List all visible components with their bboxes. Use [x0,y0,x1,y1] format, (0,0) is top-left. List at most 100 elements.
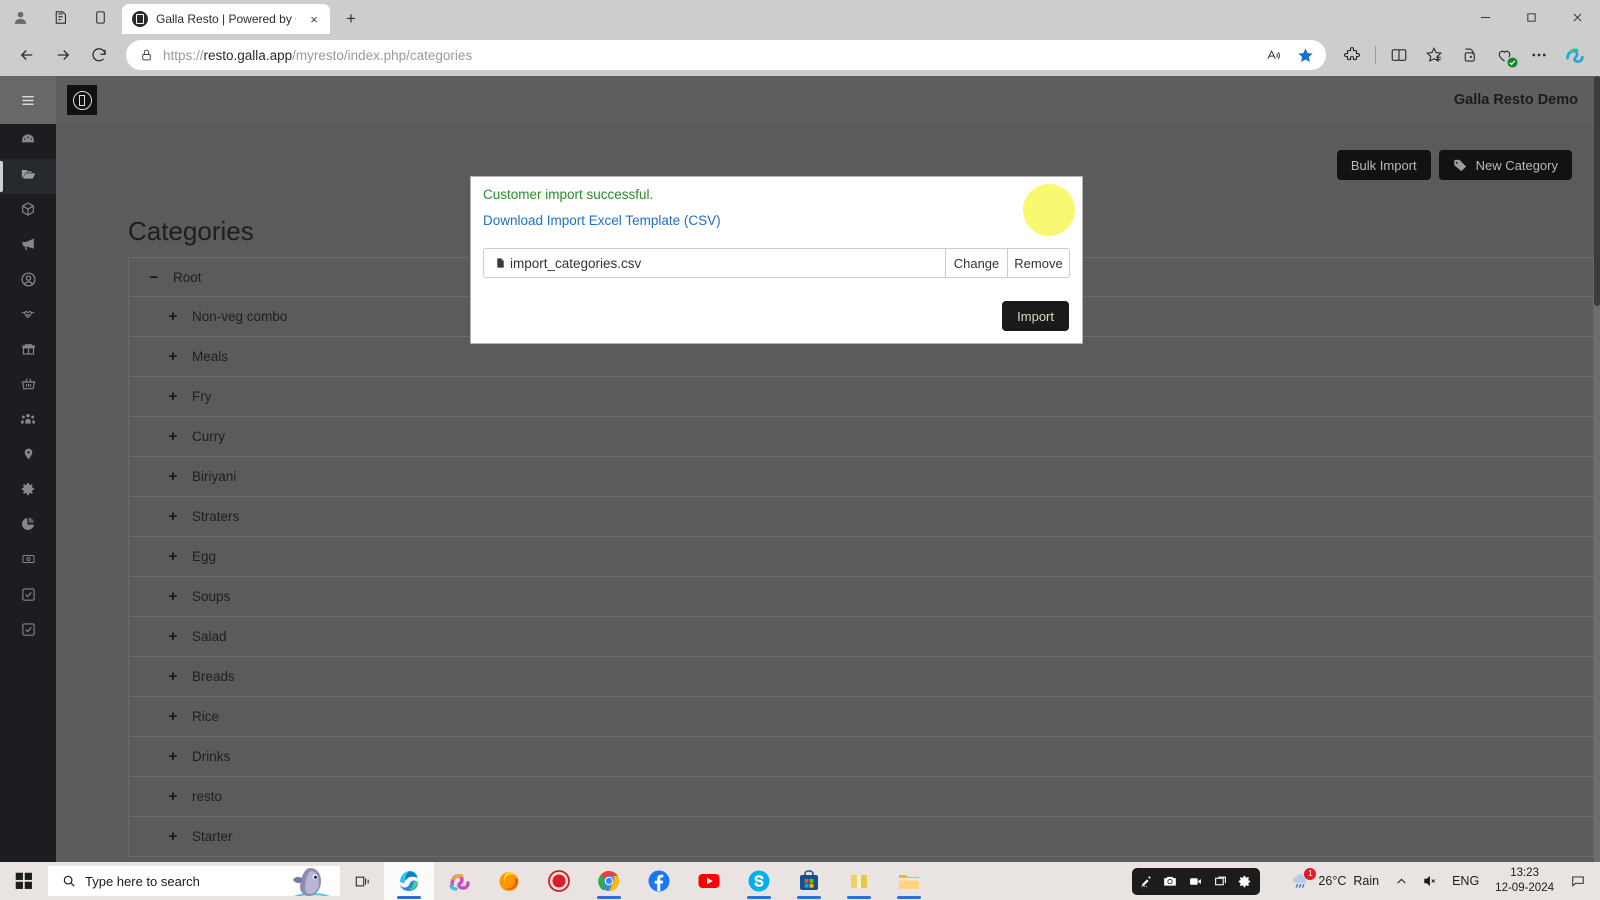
expand-icon[interactable]: + [166,668,180,685]
show-hidden-icons-button[interactable] [1389,862,1414,900]
copilot-icon[interactable] [1558,39,1590,71]
sidebar-item-locations[interactable] [0,439,56,474]
search-input[interactable]: Type here to search [48,866,340,896]
close-window-button[interactable] [1554,0,1600,34]
expand-icon[interactable]: + [166,428,180,445]
clock[interactable]: 13:23 12-09-2024 [1487,866,1562,896]
change-file-button[interactable]: Change [945,249,1007,277]
sidebar-item-approvals[interactable] [0,614,56,649]
category-row[interactable]: + Drinks [128,737,1594,777]
windows-start-icon[interactable] [0,862,48,900]
category-row[interactable]: + Salad [128,617,1594,657]
page-scrollbar[interactable] [1594,76,1600,862]
sidebar-item-catalog[interactable] [0,159,56,194]
taskbar-app-books[interactable] [834,862,884,900]
new-tab-button[interactable]: + [336,4,366,34]
taskbar-app-chrome[interactable] [584,862,634,900]
category-row[interactable]: + Biriyani [128,457,1594,497]
sidebar-item-marketing[interactable] [0,229,56,264]
camera-icon[interactable] [1162,874,1178,888]
expand-icon[interactable]: + [166,508,180,525]
taskbar-app-facebook[interactable] [634,862,684,900]
expand-icon[interactable]: + [166,628,180,645]
expand-icon[interactable]: + [166,548,180,565]
pen-icon[interactable] [1140,875,1153,888]
expand-icon[interactable]: + [166,348,180,365]
scrollbar-thumb[interactable] [1594,76,1600,306]
sidebar-item-payments[interactable] [0,544,56,579]
expand-icon[interactable]: + [166,588,180,605]
sidebar-item-reports[interactable] [0,509,56,544]
profile-avatar-icon[interactable] [0,0,40,34]
category-row[interactable]: + Starter [128,817,1594,857]
sidebar-item-tasks[interactable] [0,579,56,614]
notification-icon[interactable] [1564,862,1592,900]
category-row[interactable]: + Straters [128,497,1594,537]
expand-icon[interactable]: + [166,468,180,485]
sidebar-item-customers[interactable] [0,264,56,299]
hamburger-icon[interactable] [0,76,56,124]
category-row[interactable]: + Soups [128,577,1594,617]
language-indicator[interactable]: ENG [1446,862,1485,900]
expand-icon[interactable]: + [166,308,180,325]
taskbar-app-microsoft-store[interactable] [784,862,834,900]
taskbar-app-youtube[interactable] [684,862,734,900]
new-category-button[interactable]: New Category [1438,150,1572,180]
window-icon[interactable] [1213,875,1228,888]
video-camera-icon[interactable] [1187,875,1204,888]
maximize-button[interactable] [1508,0,1554,34]
sidebar-item-settings[interactable] [0,474,56,509]
sidebar-item-offers[interactable] [0,334,56,369]
download-template-link[interactable]: Download Import Excel Template (CSV) [483,213,1070,228]
category-row[interactable]: + Fry [128,377,1594,417]
sidebar-item-staff[interactable] [0,404,56,439]
category-row[interactable]: + Egg [128,537,1594,577]
sidebar-item-products[interactable] [0,194,56,229]
category-row[interactable]: + resto [128,777,1594,817]
category-row[interactable]: + Breads [128,657,1594,697]
import-button[interactable]: Import [1002,301,1069,331]
expand-icon[interactable]: + [166,748,180,765]
remove-file-button[interactable]: Remove [1007,249,1069,277]
taskbar-app-edge[interactable] [384,862,434,900]
taskbar-app-screen-recorder[interactable] [534,862,584,900]
read-aloud-icon[interactable] [1258,41,1288,69]
browser-tab[interactable]: Galla Resto | Powered by Galla × [122,4,330,34]
forward-button[interactable] [46,38,80,72]
address-bar[interactable]: https://resto.galla.app/myresto/index.ph… [126,40,1326,70]
collapse-icon[interactable]: − [147,269,161,286]
taskbar-app-file-explorer[interactable] [884,862,934,900]
back-button[interactable] [10,38,44,72]
favorite-star-icon[interactable] [1290,41,1320,69]
location-pin-icon [22,446,35,467]
settings-more-icon[interactable] [1523,39,1555,71]
expand-icon[interactable]: + [166,708,180,725]
bulk-import-button[interactable]: Bulk Import [1336,150,1431,180]
category-row[interactable]: + Curry [128,417,1594,457]
weather-widget[interactable]: 1 26°C Rain [1282,867,1387,891]
category-row[interactable]: + Rice [128,697,1594,737]
collections-icon[interactable] [1418,39,1450,71]
sidebar-item-dashboard[interactable] [0,124,56,159]
close-icon[interactable]: × [304,9,324,29]
browser-essentials-icon[interactable] [1488,39,1520,71]
taskbar-app-firefox[interactable] [484,862,534,900]
reload-button[interactable] [82,38,116,72]
split-screen-icon[interactable] [1383,39,1415,71]
gear-icon[interactable] [1237,874,1252,889]
sidebar-item-partners[interactable] [0,299,56,334]
task-view-icon[interactable] [340,862,384,900]
taskbar-app-copilot[interactable] [434,862,484,900]
selected-file[interactable]: import_categories.csv [484,249,945,277]
minimize-button[interactable] [1462,0,1508,34]
sidebar-item-orders[interactable] [0,369,56,404]
volume-muted-icon[interactable] [1416,862,1444,900]
expand-icon[interactable]: + [166,828,180,845]
extensions-icon[interactable] [1336,39,1368,71]
workspaces-icon[interactable] [40,0,80,34]
tab-actions-icon[interactable] [80,0,120,34]
expand-icon[interactable]: + [166,388,180,405]
expand-icon[interactable]: + [166,788,180,805]
add-tab-group-icon[interactable] [1453,39,1485,71]
taskbar-app-skype[interactable] [734,862,784,900]
